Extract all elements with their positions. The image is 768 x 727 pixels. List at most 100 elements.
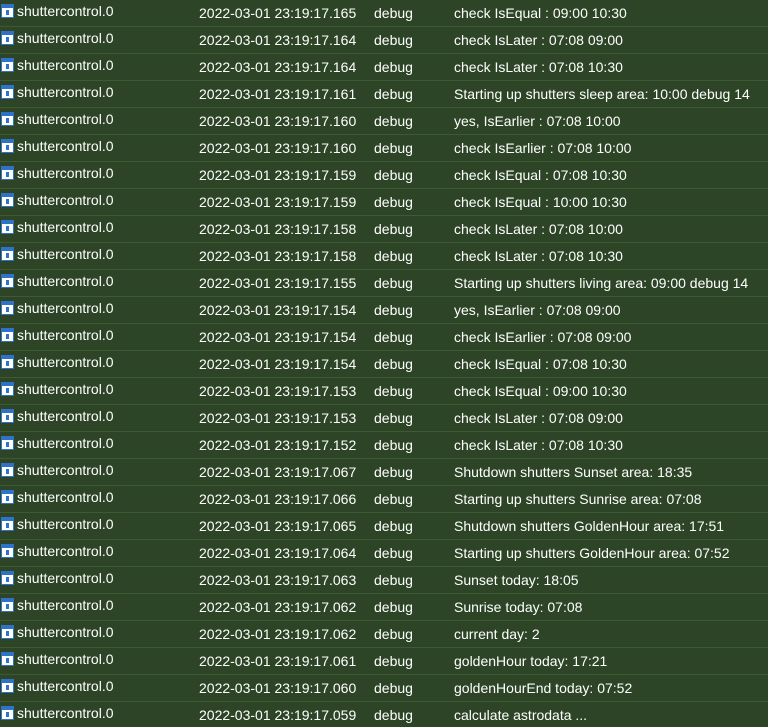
log-source: shuttercontrol.0: [17, 705, 114, 721]
log-source: shuttercontrol.0: [17, 57, 114, 73]
log-source: shuttercontrol.0: [17, 246, 114, 262]
adapter-icon: [1, 112, 14, 126]
log-level: debug: [374, 5, 413, 21]
log-source: shuttercontrol.0: [17, 678, 114, 694]
log-message: Sunrise today: 07:08: [454, 599, 583, 615]
log-timestamp: 2022-03-01 23:19:17.164: [199, 59, 357, 75]
log-row[interactable]: shuttercontrol.0 2022-03-01 23:19:17.160…: [0, 108, 768, 135]
log-row[interactable]: shuttercontrol.0 2022-03-01 23:19:17.154…: [0, 351, 768, 378]
log-message: check IsEqual : 09:00 10:30: [454, 5, 627, 21]
log-message: check IsEqual : 07:08 10:30: [454, 356, 627, 372]
log-row[interactable]: shuttercontrol.0 2022-03-01 23:19:17.066…: [0, 486, 768, 513]
log-level: debug: [374, 194, 413, 210]
log-message: check IsLater : 07:08 10:30: [454, 248, 623, 264]
log-source: shuttercontrol.0: [17, 408, 114, 424]
log-row[interactable]: shuttercontrol.0 2022-03-01 23:19:17.063…: [0, 567, 768, 594]
log-level: debug: [374, 653, 413, 669]
log-timestamp: 2022-03-01 23:19:17.158: [199, 221, 357, 237]
adapter-icon: [1, 85, 14, 99]
adapter-icon: [1, 517, 14, 531]
log-level: debug: [374, 680, 413, 696]
log-level: debug: [374, 329, 413, 345]
adapter-icon: [1, 598, 14, 612]
log-message: check IsLater : 07:08 09:00: [454, 410, 623, 426]
log-timestamp: 2022-03-01 23:19:17.161: [199, 86, 357, 102]
log-row[interactable]: shuttercontrol.0 2022-03-01 23:19:17.059…: [0, 702, 768, 727]
log-timestamp: 2022-03-01 23:19:17.066: [199, 491, 357, 507]
log-source: shuttercontrol.0: [17, 543, 114, 559]
log-row[interactable]: shuttercontrol.0 2022-03-01 23:19:17.062…: [0, 621, 768, 648]
log-timestamp: 2022-03-01 23:19:17.159: [199, 167, 357, 183]
log-row[interactable]: shuttercontrol.0 2022-03-01 23:19:17.158…: [0, 243, 768, 270]
log-row[interactable]: shuttercontrol.0 2022-03-01 23:19:17.164…: [0, 54, 768, 81]
log-timestamp: 2022-03-01 23:19:17.159: [199, 194, 357, 210]
log-message: Starting up shutters sleep area: 10:00 d…: [454, 86, 750, 102]
log-timestamp: 2022-03-01 23:19:17.154: [199, 302, 357, 318]
log-source: shuttercontrol.0: [17, 354, 114, 370]
log-level: debug: [374, 167, 413, 183]
log-source: shuttercontrol.0: [17, 300, 114, 316]
log-row[interactable]: shuttercontrol.0 2022-03-01 23:19:17.159…: [0, 162, 768, 189]
log-row[interactable]: shuttercontrol.0 2022-03-01 23:19:17.153…: [0, 378, 768, 405]
log-level: debug: [374, 113, 413, 129]
log-level: debug: [374, 302, 413, 318]
log-source: shuttercontrol.0: [17, 30, 114, 46]
adapter-icon: [1, 409, 14, 423]
log-message: check IsLater : 07:08 10:30: [454, 437, 623, 453]
log-row[interactable]: shuttercontrol.0 2022-03-01 23:19:17.067…: [0, 459, 768, 486]
log-timestamp: 2022-03-01 23:19:17.160: [199, 113, 357, 129]
log-level: debug: [374, 248, 413, 264]
log-row[interactable]: shuttercontrol.0 2022-03-01 23:19:17.155…: [0, 270, 768, 297]
log-message: Sunset today: 18:05: [454, 572, 579, 588]
log-row[interactable]: shuttercontrol.0 2022-03-01 23:19:17.165…: [0, 0, 768, 27]
log-source: shuttercontrol.0: [17, 111, 114, 127]
log-level: debug: [374, 491, 413, 507]
log-message: Starting up shutters GoldenHour area: 07…: [454, 545, 730, 561]
adapter-icon: [1, 679, 14, 693]
adapter-icon: [1, 220, 14, 234]
log-source: shuttercontrol.0: [17, 165, 114, 181]
log-row[interactable]: shuttercontrol.0 2022-03-01 23:19:17.154…: [0, 324, 768, 351]
log-source: shuttercontrol.0: [17, 327, 114, 343]
adapter-icon: [1, 247, 14, 261]
log-message: Shutdown shutters Sunset area: 18:35: [454, 464, 693, 480]
log-row[interactable]: shuttercontrol.0 2022-03-01 23:19:17.161…: [0, 81, 768, 108]
log-timestamp: 2022-03-01 23:19:17.060: [199, 680, 357, 696]
log-row[interactable]: shuttercontrol.0 2022-03-01 23:19:17.154…: [0, 297, 768, 324]
log-row[interactable]: shuttercontrol.0 2022-03-01 23:19:17.159…: [0, 189, 768, 216]
log-timestamp: 2022-03-01 23:19:17.155: [199, 275, 357, 291]
log-timestamp: 2022-03-01 23:19:17.153: [199, 410, 357, 426]
log-row[interactable]: shuttercontrol.0 2022-03-01 23:19:17.062…: [0, 594, 768, 621]
log-row[interactable]: shuttercontrol.0 2022-03-01 23:19:17.158…: [0, 216, 768, 243]
log-level: debug: [374, 545, 413, 561]
log-timestamp: 2022-03-01 23:19:17.059: [199, 707, 357, 723]
log-timestamp: 2022-03-01 23:19:17.061: [199, 653, 357, 669]
log-row[interactable]: shuttercontrol.0 2022-03-01 23:19:17.064…: [0, 540, 768, 567]
log-message: check IsEarlier : 07:08 10:00: [454, 140, 632, 156]
log-row[interactable]: shuttercontrol.0 2022-03-01 23:19:17.060…: [0, 675, 768, 702]
log-source: shuttercontrol.0: [17, 462, 114, 478]
log-level: debug: [374, 383, 413, 399]
log-source: shuttercontrol.0: [17, 219, 114, 235]
log-level: debug: [374, 707, 413, 723]
log-source: shuttercontrol.0: [17, 516, 114, 532]
log-level: debug: [374, 410, 413, 426]
log-row[interactable]: shuttercontrol.0 2022-03-01 23:19:17.065…: [0, 513, 768, 540]
log-level: debug: [374, 59, 413, 75]
log-row[interactable]: shuttercontrol.0 2022-03-01 23:19:17.061…: [0, 648, 768, 675]
log-timestamp: 2022-03-01 23:19:17.153: [199, 383, 357, 399]
adapter-icon: [1, 382, 14, 396]
adapter-icon: [1, 706, 14, 720]
log-row[interactable]: shuttercontrol.0 2022-03-01 23:19:17.152…: [0, 432, 768, 459]
log-row[interactable]: shuttercontrol.0 2022-03-01 23:19:17.160…: [0, 135, 768, 162]
log-table: shuttercontrol.0 2022-03-01 23:19:17.165…: [0, 0, 768, 727]
log-row[interactable]: shuttercontrol.0 2022-03-01 23:19:17.164…: [0, 27, 768, 54]
log-message: Starting up shutters Sunrise area: 07:08: [454, 491, 702, 507]
log-level: debug: [374, 626, 413, 642]
log-row[interactable]: shuttercontrol.0 2022-03-01 23:19:17.153…: [0, 405, 768, 432]
log-level: debug: [374, 221, 413, 237]
log-level: debug: [374, 32, 413, 48]
adapter-icon: [1, 274, 14, 288]
log-timestamp: 2022-03-01 23:19:17.065: [199, 518, 357, 534]
log-level: debug: [374, 437, 413, 453]
